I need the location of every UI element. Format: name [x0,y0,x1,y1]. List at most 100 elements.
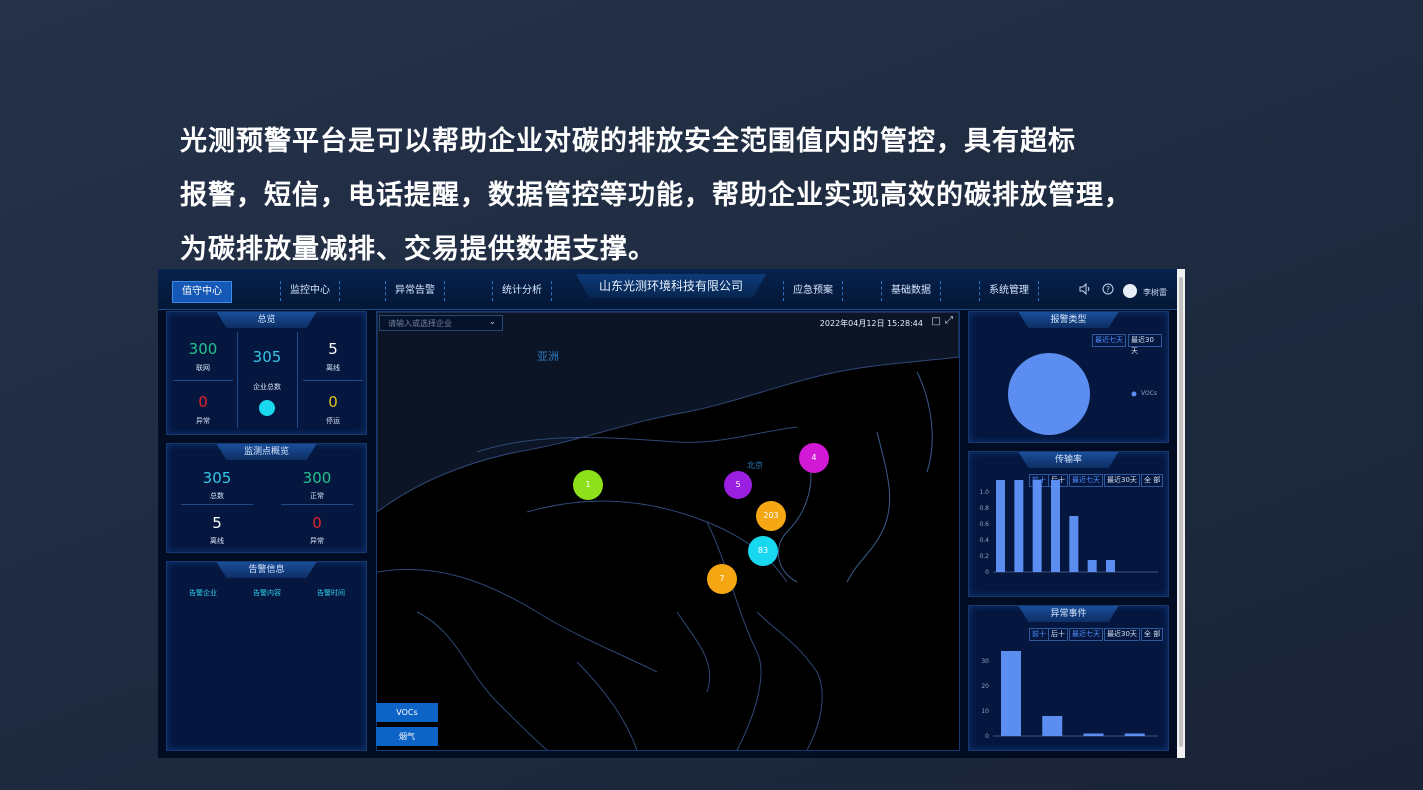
bar [1124,733,1145,736]
monitor-total: 305 [202,469,232,487]
stopped-label: 停运 [326,417,340,425]
map-view[interactable]: 请输入或选择企业 ⌄ 2022年04月12日 15:28:44 □ ⤢ 亚洲 北… [376,311,960,751]
alarm-type-panel: 报警类型 最近七天 最近30天 VOCs [968,311,1169,443]
nav-duty-center[interactable]: 值守中心 [172,281,232,303]
online-count: 300 [188,340,218,358]
y-tick-label: 0.8 [979,505,989,512]
bar [1042,716,1063,736]
monitor-abnormal: 0 [312,514,322,532]
city-label: 北京 [747,461,763,470]
intro-line-2: 报警，短信，电话提醒，数据管控等功能，帮助企业实现高效的碳排放管理， [180,180,1132,211]
col-alert-enterprise: 告警企业 [189,589,217,597]
bar [1087,560,1097,572]
abnormal-events-bar-chart: 30 20 10 0 [981,651,1158,740]
monitor-offline: 5 [212,514,222,532]
avatar[interactable] [1123,284,1137,298]
region-label: 亚洲 [537,350,559,363]
cluster-marker[interactable]: 203 [756,501,786,531]
cluster-marker[interactable]: 4 [799,443,829,473]
bar [1014,480,1024,572]
nav-statistics[interactable]: 统计分析 [492,281,552,301]
alert-info-panel: 告警信息 告警企业 告警内容 告警时间 [166,561,367,751]
svg-text:?: ? [1106,285,1110,294]
enterprise-icon [259,400,275,416]
alert-info-title: 告警信息 [216,562,317,578]
transfer-rate-panel: 传输率 前十 后十 最近七天 最近30天 全 部 1.00.80.60.40.2… [968,451,1169,597]
abnormal-events-panel: 异常事件 前十 后十 最近七天 最近30天 全 部 30 20 10 0 [968,605,1169,751]
bar [1001,651,1021,736]
help-icon[interactable]: ? [1102,283,1114,298]
alarm-type-pie-chart [1008,353,1137,435]
intro-text: 光测预警平台是可以帮助企业对碳的排放安全范围值内的管控，具有超标 报警，短信，电… [180,115,1220,277]
nav-monitor-center[interactable]: 监控中心 [280,281,340,301]
divider [281,504,353,505]
bar [1069,516,1079,572]
divider [181,504,253,505]
y-tick-label: 0.6 [979,521,989,528]
y-tick-label: 20 [981,683,989,690]
smoke-layer-button[interactable]: 烟气 [376,727,438,746]
nav-alarm[interactable]: 异常告警 [385,281,445,301]
user-name[interactable]: 李树雷 [1143,287,1167,298]
app-screenshot: 值守中心 监控中心 异常告警 统计分析 山东光测环境科技有限公司 应急预案 基础… [158,269,1185,758]
cluster-marker[interactable]: 5 [724,471,752,499]
enterprise-search-input[interactable]: 请输入或选择企业 [379,315,503,331]
expand-icon[interactable]: ⤢ [945,315,953,326]
divider [237,332,238,428]
cluster-marker[interactable]: 7 [707,564,737,594]
stopped-count: 0 [328,393,338,411]
col-alert-content: 告警内容 [253,589,281,597]
online-label: 联网 [196,364,210,372]
monitor-normal-label: 正常 [310,492,324,500]
divider [173,380,233,381]
monitor-abnormal-label: 异常 [310,537,324,545]
cluster-marker[interactable]: 83 [748,536,778,566]
y-tick-label: 0 [985,569,989,576]
cluster-marker[interactable]: 1 [573,470,603,500]
abnormal-count: 0 [198,393,208,411]
pie-slice [1008,353,1090,435]
overview-panel: 总览 300 联网 305 企业总数 5 离线 0 异常 0 停运 [166,311,367,435]
enterprise-total-label: 企业总数 [253,383,281,391]
divider [297,332,298,428]
offline-label: 离线 [326,364,340,372]
monitor-offline-label: 离线 [210,537,224,545]
monitor-normal: 300 [302,469,332,487]
transfer-rate-bar-chart: 1.0 0.8 0.6 0.4 0.2 0 [979,480,1158,576]
company-brand: 山东光测环境科技有限公司 [576,274,766,298]
fullscreen-icon[interactable]: □ [932,316,941,327]
map-background [377,312,959,750]
y-tick-label: 0.2 [979,553,989,560]
nav-base-data[interactable]: 基础数据 [881,281,941,301]
monitor-points-panel: 监测点概览 305 总数 300 正常 5 离线 0 异常 [166,443,367,553]
bar [1106,560,1115,572]
map-datetime: 2022年04月12日 15:28:44 [819,319,923,328]
bar [996,480,1005,572]
monitor-points-title: 监测点概览 [216,444,317,460]
overview-title: 总览 [216,312,317,328]
legend-label: VOCs [1141,390,1158,397]
legend-dot [1131,391,1137,397]
bar [1083,733,1104,736]
col-alert-time: 告警时间 [317,589,345,597]
y-tick-label: 10 [981,708,989,715]
y-tick-label: 1.0 [979,489,989,496]
offline-count: 5 [328,340,338,358]
enterprise-total: 305 [252,348,282,366]
chevron-down-icon[interactable]: ⌄ [489,317,496,326]
abnormal-label: 异常 [196,417,210,425]
y-tick-label: 30 [981,658,989,665]
monitor-total-label: 总数 [210,492,224,500]
intro-line-1: 光测预警平台是可以帮助企业对碳的排放安全范围值内的管控，具有超标 [180,126,1076,157]
divider [303,380,363,381]
vocs-layer-button[interactable]: VOCs [376,703,438,722]
bar [1051,480,1060,572]
bar [1032,480,1042,572]
top-navigation-bar: 值守中心 监控中心 异常告警 统计分析 山东光测环境科技有限公司 应急预案 基础… [158,269,1177,310]
nav-system-admin[interactable]: 系统管理 [979,281,1039,301]
speaker-icon[interactable] [1079,282,1091,298]
scrollbar-thumb[interactable] [1179,277,1183,747]
nav-emergency-plan[interactable]: 应急预案 [783,281,843,301]
y-tick-label: 0.4 [979,537,989,544]
y-tick-label: 0 [985,733,989,740]
